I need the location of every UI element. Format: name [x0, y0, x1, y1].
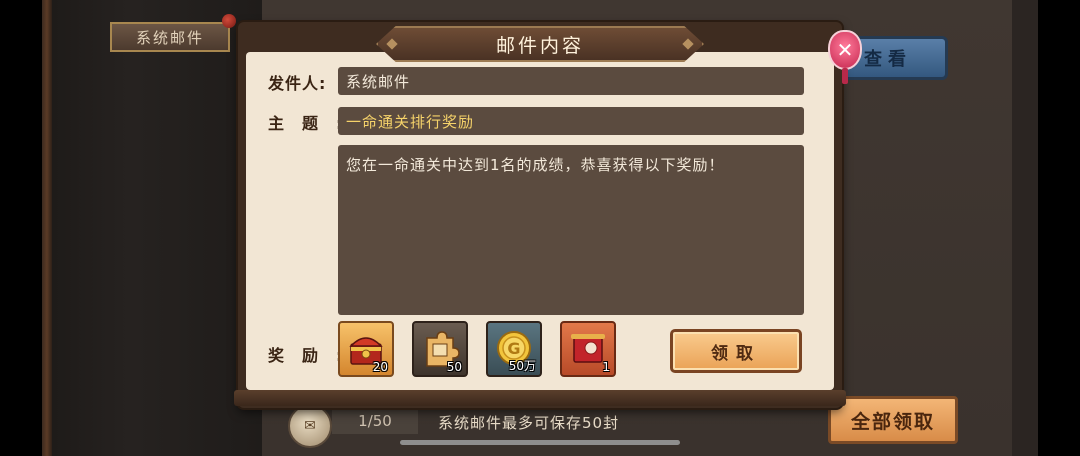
subject-field: 一命通关排行奖励 — [338, 107, 804, 135]
reward-count: 20 — [372, 360, 388, 374]
claim-all-label: 全部领取 — [850, 410, 935, 433]
dialog-bottom-rail — [234, 390, 846, 406]
close-button[interactable]: ✕ — [828, 30, 862, 70]
subject-label: 主 题 : — [268, 114, 344, 133]
pin-icon — [222, 14, 236, 28]
storage-note: 系统邮件最多可保存50封 — [438, 414, 620, 432]
svg-text:G: G — [507, 339, 520, 358]
game-screen: 系统邮件 查看 ✉ 1/50 系统邮件最多可保存50封 全部领取 邮件内容 ✕ … — [42, 0, 1038, 456]
reward-count: 1 — [602, 360, 610, 374]
sender-value: 系统邮件 — [346, 72, 411, 91]
mail-count: 1/50 — [332, 408, 418, 434]
tab-system-mail[interactable]: 系统邮件 — [110, 22, 230, 52]
mail-icon: ✉ — [288, 404, 332, 448]
view-button-label: 查看 — [864, 49, 912, 70]
tab-system-mail-label: 系统邮件 — [135, 28, 204, 47]
reward-item-gold[interactable]: G 50万 — [486, 321, 542, 377]
message-body: 您在一命通关中达到1名的成绩，恭喜获得以下奖励！ — [338, 145, 804, 315]
reward-item-chest[interactable]: 20 — [338, 321, 394, 377]
claim-button[interactable]: 领取 — [670, 329, 802, 373]
claim-all-button[interactable]: 全部领取 — [828, 396, 958, 444]
close-icon: ✕ — [836, 38, 854, 62]
reward-item-puzzle[interactable]: 50 — [412, 321, 468, 377]
subject-value: 一命通关排行奖励 — [346, 112, 475, 131]
dialog-title: 邮件内容 — [495, 34, 584, 57]
close-tassel-icon — [842, 68, 848, 84]
rewards-label: 奖 励 : — [268, 346, 344, 365]
left-panel: 系统邮件 — [42, 0, 262, 456]
mail-content-dialog: 邮件内容 ✕ 发件人: 系统邮件 主 题 : 一命通关排行奖励 您在一命通关中达… — [234, 22, 862, 408]
scroll-rod — [42, 0, 52, 456]
sender-field: 系统邮件 — [338, 67, 804, 95]
sender-label: 发件人: — [268, 74, 327, 93]
home-indicator[interactable] — [400, 440, 680, 445]
reward-count: 50 — [446, 360, 462, 374]
reward-item-scroll[interactable]: 1 — [560, 321, 616, 377]
claim-button-label: 领取 — [711, 343, 761, 364]
reward-count: 50万 — [508, 359, 536, 373]
